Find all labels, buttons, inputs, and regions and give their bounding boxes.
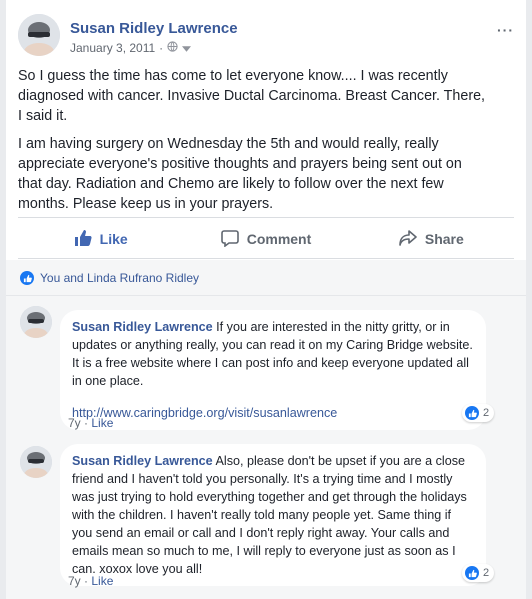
comment-reaction-count[interactable]: 2 [462,404,495,422]
comments-section: Susan Ridley Lawrence If you are interes… [6,296,526,599]
like-reaction-icon [20,271,34,285]
comment-bubble: Susan Ridley Lawrence If you are interes… [60,310,486,430]
reaction-names: You and Linda Rufrano Ridley [40,271,200,285]
like-label: Like [99,231,128,247]
post-meta: January 3, 2011 · [70,41,192,55]
post-author-name[interactable]: Susan Ridley Lawrence [70,20,238,37]
more-icon[interactable]: ··· [497,22,514,38]
comment-label: Comment [246,231,312,247]
post-body: So I guess the time has come to let ever… [18,66,488,222]
comment-link[interactable]: http://www.caringbridge.org/visit/susanl… [72,404,474,422]
comment-footer: 7y · Like [68,416,114,430]
share-icon [399,229,417,250]
divider [18,258,514,259]
post-card: Susan Ridley Lawrence January 3, 2011 · … [6,0,526,599]
comment-author[interactable]: Susan Ridley Lawrence [72,320,213,334]
reaction-count: 2 [483,407,490,419]
divider [18,217,514,218]
like-button[interactable]: Like [18,221,183,257]
globe-icon [167,41,178,55]
comment-reaction-count[interactable]: 2 [462,564,495,582]
post-paragraph: So I guess the time has come to let ever… [18,68,486,124]
author-avatar[interactable] [18,14,60,56]
comment-bubble: Susan Ridley Lawrence Also, please don't… [60,444,486,586]
comment-avatar[interactable] [20,306,52,338]
comment-icon [220,229,239,250]
reaction-summary[interactable]: You and Linda Rufrano Ridley [20,271,199,285]
share-label: Share [424,231,464,247]
post-paragraph: I am having surgery on Wednesday the 5th… [18,136,462,212]
comment-text: Also, please don't be upset if you are a… [72,454,467,576]
comment-avatar[interactable] [20,446,52,478]
comment-age[interactable]: 7y [68,574,81,588]
comment-age[interactable]: 7y [68,416,81,430]
post-date[interactable]: January 3, 2011 [70,41,155,55]
comment-like-link[interactable]: Like [91,416,113,430]
like-reaction-icon [465,406,479,420]
share-button[interactable]: Share [349,221,514,257]
comment-button[interactable]: Comment [183,221,348,257]
date-separator: · [159,41,164,55]
chevron-down-icon[interactable] [182,41,192,55]
reactions-bar: You and Linda Rufrano Ridley [6,260,526,296]
reaction-count: 2 [483,567,490,579]
comment-footer: 7y · Like [68,574,114,588]
comment-author[interactable]: Susan Ridley Lawrence [72,454,213,468]
like-reaction-icon [465,566,479,580]
comment-like-link[interactable]: Like [91,574,113,588]
thumbs-up-icon [74,229,92,250]
post-actions: Like Comment Share [18,221,514,257]
